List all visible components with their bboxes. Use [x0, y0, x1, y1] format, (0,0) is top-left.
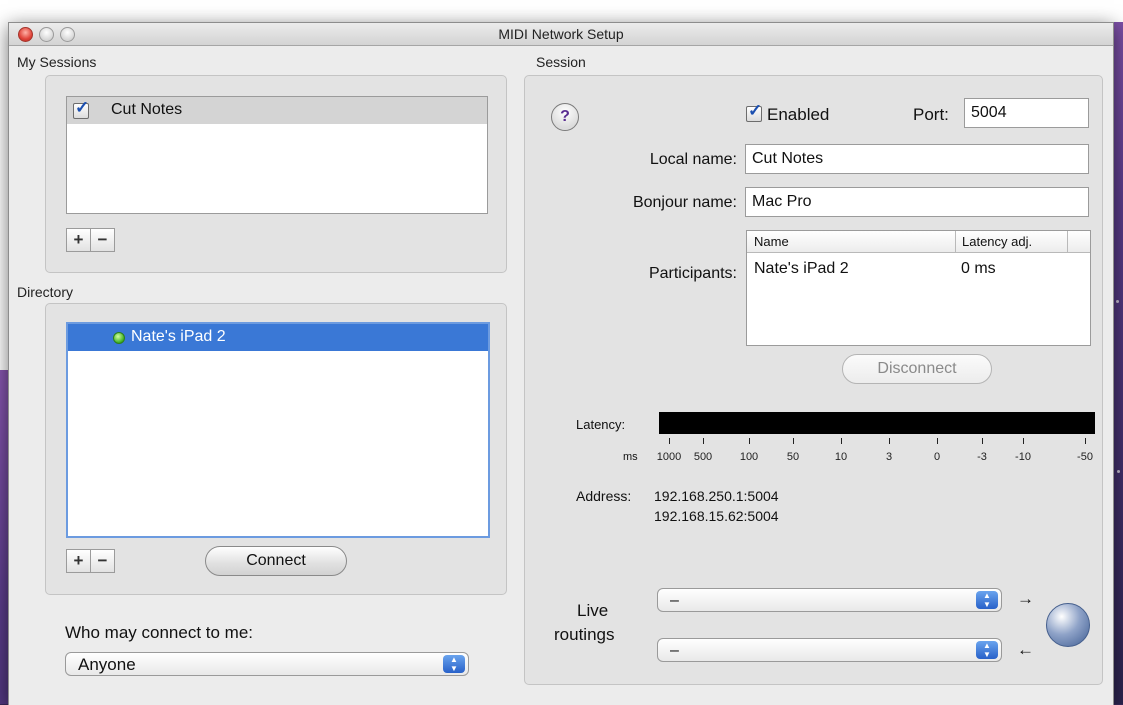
select-arrows-icon: ▲ ▼ — [976, 591, 998, 609]
title-bar[interactable]: MIDI Network Setup — [9, 23, 1113, 46]
directory-item-name: Nate's iPad 2 — [131, 328, 226, 345]
latency-tick-label: 10 — [834, 451, 848, 463]
latency-tick-label: 0 — [933, 451, 941, 463]
online-status-icon — [113, 332, 125, 344]
column-header-name[interactable]: Name — [754, 231, 789, 252]
help-icon[interactable]: ? — [551, 103, 579, 131]
routing-in-select[interactable]: – ▲ ▼ — [657, 638, 1002, 662]
latency-tick — [937, 438, 938, 444]
star — [1117, 470, 1120, 473]
latency-tick-label: 500 — [693, 451, 713, 463]
column-divider — [1067, 231, 1068, 252]
connect-button[interactable]: Connect — [205, 546, 347, 576]
local-name-label: Local name: — [649, 151, 737, 168]
directory-row[interactable]: Nate's iPad 2 — [68, 324, 488, 351]
latency-meter — [659, 412, 1095, 434]
add-session-button[interactable]: + — [67, 229, 90, 251]
latency-tick — [669, 438, 670, 444]
session-name: Cut Notes — [111, 101, 183, 118]
sessions-list[interactable]: ✓ Cut Notes — [66, 96, 488, 214]
sessions-add-remove: + − — [66, 228, 115, 252]
latency-tick — [1085, 438, 1086, 444]
session-label: Session — [536, 54, 586, 70]
participant-name: Nate's iPad 2 — [754, 260, 849, 277]
directory-list[interactable]: Nate's iPad 2 — [66, 322, 490, 538]
port-field[interactable]: 5004 — [964, 98, 1089, 128]
latency-tick — [749, 438, 750, 444]
select-arrows-icon: ▲ ▼ — [976, 641, 998, 659]
latency-tick-label: 1000 — [656, 451, 682, 463]
latency-tick — [841, 438, 842, 444]
latency-tick — [889, 438, 890, 444]
bonjour-name-label: Bonjour name: — [632, 194, 737, 211]
who-may-connect-value: Anyone — [78, 655, 136, 674]
arrow-left-icon: ← — [1017, 640, 1034, 659]
add-directory-button[interactable]: + — [67, 550, 90, 572]
who-may-connect-select[interactable]: Anyone ▲ ▼ — [65, 652, 469, 676]
routing-out-select[interactable]: – ▲ ▼ — [657, 588, 1002, 612]
address-1: 192.168.250.1:5004 — [654, 488, 779, 504]
session-row[interactable]: ✓ Cut Notes — [67, 97, 487, 124]
live-routings-label-2: routings — [554, 625, 615, 644]
participant-latency: 0 ms — [961, 260, 996, 277]
network-globe-icon[interactable] — [1046, 603, 1090, 647]
routing-out-value: – — [670, 592, 679, 609]
participants-label: Participants: — [648, 265, 737, 282]
address-label: Address: — [576, 488, 632, 504]
bonjour-name-field[interactable]: Mac Pro — [745, 187, 1089, 217]
enabled-label: Enabled — [767, 105, 830, 124]
directory-label: Directory — [17, 284, 74, 300]
latency-tick — [982, 438, 983, 444]
latency-tick-label: 50 — [786, 451, 800, 463]
session-enabled-checkbox[interactable]: ✓ — [73, 98, 89, 119]
latency-label: Latency: — [576, 417, 626, 432]
my-sessions-label: My Sessions — [17, 54, 97, 70]
menu-strip — [0, 0, 1123, 22]
latency-tick — [793, 438, 794, 444]
enabled-checkbox[interactable]: ✓ — [746, 101, 762, 122]
participants-table[interactable]: Name Latency adj. Nate's iPad 2 0 ms — [746, 230, 1091, 346]
arrow-right-icon: → — [1017, 589, 1034, 608]
local-name-field[interactable]: Cut Notes — [745, 144, 1089, 174]
participants-header: Name Latency adj. — [747, 231, 1090, 253]
window-title: MIDI Network Setup — [498, 26, 624, 42]
directory-add-remove: + − — [66, 549, 115, 573]
latency-tick — [703, 438, 704, 444]
star — [850, 14, 853, 17]
latency-tick — [1023, 438, 1024, 444]
latency-tick-label: -50 — [1077, 451, 1093, 463]
select-arrows-icon: ▲ ▼ — [443, 655, 465, 673]
latency-tick-label: -10 — [1015, 451, 1031, 463]
live-routings-label-1: Live — [577, 601, 609, 620]
who-may-connect-label: Who may connect to me: — [65, 623, 254, 642]
midi-network-setup-window: MIDI Network Setup My Sessions ✓ Cut Not… — [8, 22, 1114, 705]
star — [1116, 300, 1119, 303]
remove-session-button[interactable]: − — [90, 229, 114, 251]
checkmark-icon: ✓ — [75, 98, 90, 117]
latency-units-label: ms — [623, 451, 638, 463]
checkmark-icon: ✓ — [748, 101, 763, 120]
address-2: 192.168.15.62:5004 — [654, 508, 779, 524]
remove-directory-button[interactable]: − — [90, 550, 114, 572]
port-label: Port: — [913, 105, 949, 124]
latency-tick-label: 3 — [885, 451, 893, 463]
latency-tick-label: -3 — [977, 451, 987, 463]
routing-in-value: – — [670, 642, 679, 659]
latency-tick-label: 100 — [739, 451, 759, 463]
column-header-latency[interactable]: Latency adj. — [955, 231, 1032, 252]
disconnect-button[interactable]: Disconnect — [842, 354, 992, 384]
